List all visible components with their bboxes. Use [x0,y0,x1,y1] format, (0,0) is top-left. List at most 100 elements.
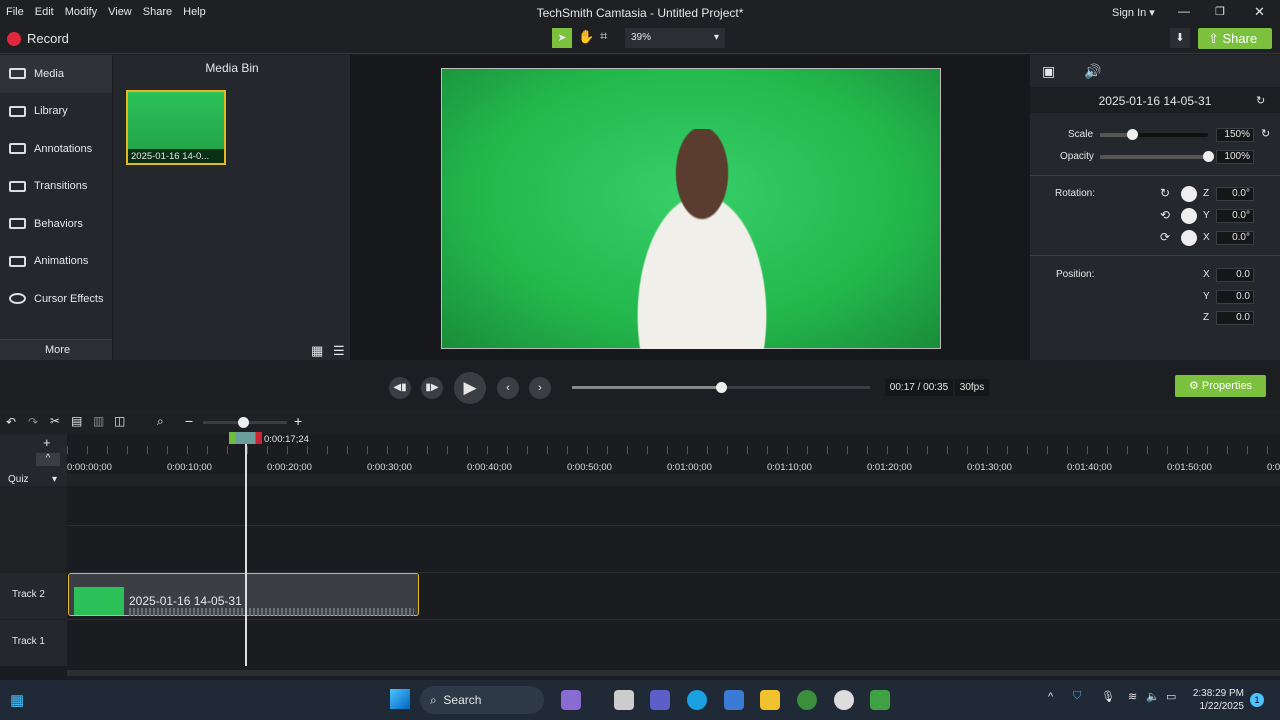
pan-tool-icon[interactable]: ✋ [578,29,594,45]
scale-reset-icon[interactable]: ↻ [1261,127,1270,140]
timeline-tracks: Quiz ▾ Track 2 Track 1 2025-01-16 14-05-3… [0,474,1280,680]
share-button[interactable]: ⇧ Share [1198,28,1272,49]
minimize-button[interactable]: — [1178,4,1190,18]
close-button[interactable]: ✕ [1254,4,1265,20]
start-icon[interactable] [390,689,410,709]
list-view-icon[interactable]: ☰ [333,343,345,359]
visual-properties-tab[interactable]: ▣ [1042,63,1055,80]
add-track-icon[interactable]: + [43,435,51,450]
nav-animations[interactable]: Animations [0,243,112,281]
split-icon[interactable]: ◫ [114,414,125,428]
timeline-ruler[interactable]: + ^ 0:00:00;00 0:00:10;00 0:00:20;00 0:00:3… [0,432,1280,474]
reset-icon[interactable]: ↻ [1256,94,1265,107]
taskbar-app-icon[interactable] [797,690,817,710]
download-icon[interactable]: ⬇ [1170,28,1190,48]
media-thumbnail[interactable]: 2025-01-16 14-0... [126,90,226,165]
opacity-field[interactable]: 100% [1216,150,1254,164]
collapse-icon[interactable]: ^ [36,453,60,466]
security-icon[interactable]: ⛉ [1073,690,1081,703]
undo-icon[interactable]: ↶ [6,415,16,429]
ruler-tick-label: 0:01:40;00 [1067,462,1112,473]
quiz-label: Quiz [8,474,29,485]
nav-behaviors[interactable]: Behaviors [0,205,112,243]
quiz-track-header[interactable]: Quiz ▾ [0,474,67,486]
video-preview[interactable] [441,68,941,349]
step-back-icon[interactable]: ◀▮ [389,377,411,399]
nav-media[interactable]: Media [0,55,112,93]
taskbar-app-icon[interactable] [650,690,670,710]
play-button[interactable]: ▶ [454,372,486,404]
rotation-x-dial[interactable] [1181,230,1197,246]
opacity-label: Opacity [1060,151,1094,162]
taskbar-search[interactable]: ⌕ Search [420,686,544,714]
playhead-handle[interactable] [229,432,262,444]
scale-slider[interactable] [1100,129,1208,140]
file-explorer-icon[interactable] [760,690,780,710]
rotation-z-dial[interactable] [1181,186,1197,202]
wifi-icon[interactable]: ≋ [1128,690,1137,703]
audio-properties-tab[interactable]: 🔊 [1084,63,1101,80]
audio-waveform [129,608,414,616]
tray-chevron-icon[interactable]: ^ [1048,691,1053,703]
position-x-field[interactable]: 0.0 [1216,268,1254,282]
nav-annotations[interactable]: Annotations [0,130,112,168]
copy-icon[interactable]: ▤ [71,414,82,428]
timeline-clip[interactable]: 2025-01-16 14-05-31 [68,573,419,616]
properties-button[interactable]: ⚙ Properties [1175,375,1266,397]
camtasia-icon[interactable] [870,690,890,710]
step-forward-icon[interactable]: ▮▶ [421,377,443,399]
rotation-y-dial[interactable] [1181,208,1197,224]
nav-library[interactable]: Library [0,93,112,131]
timeline-zoom-slider[interactable] [203,417,287,428]
clock[interactable]: 2:38:29 PM 1/22/2025 [1186,687,1244,713]
nav-transitions[interactable]: Transitions [0,168,112,206]
cut-icon[interactable]: ✂ [50,414,60,428]
rotation-x-field[interactable]: 0.0° [1216,231,1254,245]
taskbar-app-icon[interactable] [834,690,854,710]
more-button[interactable]: More [45,344,70,356]
battery-icon[interactable]: ▭ [1166,690,1176,703]
track-1-header[interactable]: Track 1 [0,620,67,666]
ruler-tick-label: 0:00:00;00 [67,462,112,473]
search-label: Search [443,693,482,707]
opacity-slider[interactable] [1100,151,1214,162]
paste-icon[interactable]: ▥ [93,414,104,428]
ruler-tick-label: 0:01:20;00 [867,462,912,473]
scrubber[interactable] [572,382,870,393]
ruler-tick-label: 0:01:00;00 [667,462,712,473]
grid-view-icon[interactable]: ▦ [311,343,323,359]
notification-badge[interactable]: 1 [1250,693,1264,707]
position-z-field[interactable]: 0.0 [1216,311,1254,325]
timeline-scrollbar[interactable] [67,670,1280,676]
taskbar-app-icon[interactable] [561,690,581,710]
toolbar: Record ➤ ✋ ⌗ 39% ▾ ⬇ ⇧ Share [0,24,1280,54]
nav-label: Annotations [34,142,93,155]
zoom-select[interactable]: 39% ▾ [625,28,725,48]
rotation-y-field[interactable]: 0.0° [1216,209,1254,223]
track-2-header[interactable]: Track 2 [0,573,67,619]
edge-icon[interactable] [687,690,707,710]
sign-in-button[interactable]: Sign In ▾ [1112,6,1155,19]
taskbar-app-icon[interactable] [614,690,634,710]
next-icon[interactable]: › [529,377,551,399]
nav-cursor-effects[interactable]: Cursor Effects [0,280,112,318]
crop-tool-icon[interactable]: ⌗ [600,28,607,44]
zoom-in-icon[interactable]: + [294,413,302,429]
record-button[interactable]: Record [7,31,69,46]
previous-icon[interactable]: ‹ [497,377,519,399]
zoom-out-icon[interactable]: − [185,413,193,429]
position-y-field[interactable]: 0.0 [1216,290,1254,304]
store-icon[interactable] [724,690,744,710]
widgets-icon[interactable]: ▦ [10,691,24,709]
microphone-icon[interactable]: 🎙 [1101,690,1115,703]
volume-icon[interactable]: 🔈 [1146,690,1160,703]
media-bin-title: Media Bin [205,61,259,75]
axis-label: Y [1203,210,1210,221]
library-icon [9,105,26,117]
maximize-button[interactable]: ❐ [1215,5,1225,18]
scale-field[interactable]: 150% [1216,128,1254,142]
select-tool-icon[interactable]: ➤ [552,28,572,48]
rotation-z-field[interactable]: 0.0° [1216,187,1254,201]
zoom-search-icon[interactable]: ⌕ [157,414,164,429]
redo-icon[interactable]: ↷ [28,415,38,429]
